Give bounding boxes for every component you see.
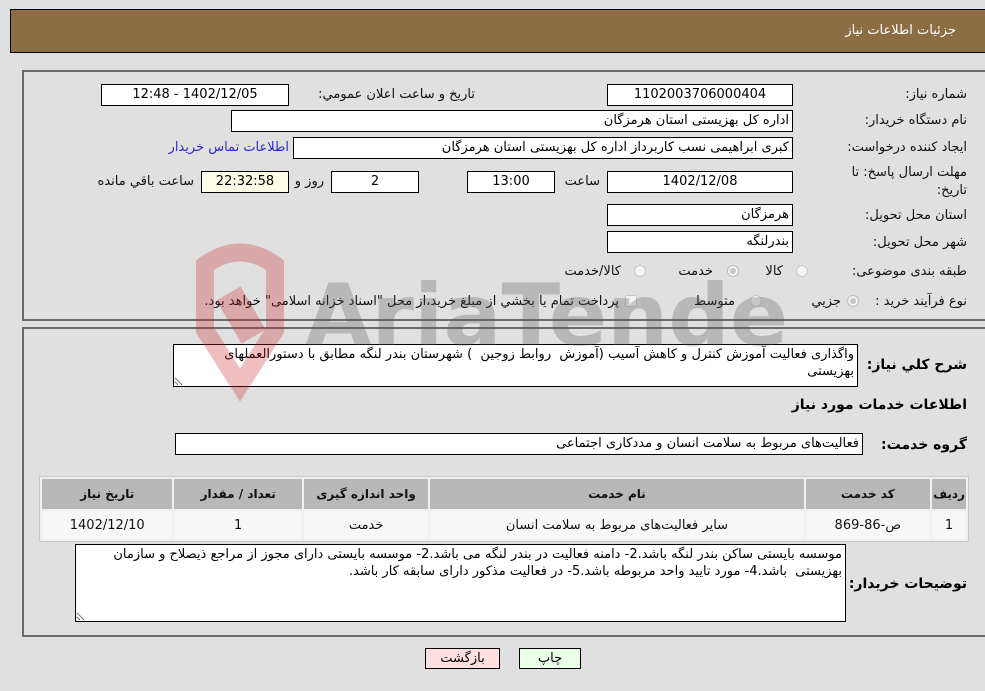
deadline-label-line2: تاريخ: <box>936 183 967 198</box>
buyer-org-field: اداره کل بهزیستی استان هرمزگان <box>231 110 793 132</box>
services-table: رديف کد خدمت نام خدمت واحد اندازه گيری ت… <box>39 476 969 542</box>
province-field: هرمزگان <box>607 204 793 226</box>
back-button[interactable]: بازگشت <box>425 648 500 669</box>
print-button[interactable]: چاپ <box>519 648 581 669</box>
days-remaining-field: 2 <box>331 171 419 193</box>
category-radio-goods[interactable] <box>796 265 808 277</box>
category-option-service-label: خدمت <box>678 264 713 279</box>
col-need-date: تاريخ نياز <box>42 479 173 509</box>
col-row-number: رديف <box>932 479 966 509</box>
col-service-name: نام خدمت <box>430 479 804 509</box>
category-radio-goods-service[interactable] <box>634 265 646 277</box>
treasury-checkbox-label: پرداخت تمام يا بخشي از مبلغ خريد،از محل … <box>204 294 619 309</box>
purchase-type-label: نوع فرآيند خريد : <box>875 294 967 309</box>
table-row: 1 ص-86-869 سایر فعالیت‌های مربوط به سلام… <box>42 511 966 539</box>
page-title: جزئیات اطلاعات نیاز <box>845 23 956 38</box>
category-radio-service[interactable] <box>727 265 739 277</box>
services-section-title: اطلاعات خدمات مورد نياز <box>791 397 967 413</box>
category-label: طبقه بندی موضوعی: <box>851 264 967 279</box>
deadline-label-line1: مهلت ارسال پاسخ: تا <box>851 165 967 180</box>
cell-need-date: 1402/12/10 <box>42 511 173 539</box>
cell-row-number: 1 <box>932 511 966 539</box>
category-option-goods-service-label: کالا/خدمت <box>564 264 621 279</box>
buyer-org-label: نام دستگاه خريدار: <box>864 113 967 128</box>
days-label: روز و <box>294 174 324 189</box>
purchase-option-medium-label: متوسط <box>694 294 735 309</box>
buyer-notes-label: توضيحات خريدار: <box>848 576 967 592</box>
need-number-label: شماره نیاز: <box>905 87 967 102</box>
deadline-time-label: ساعت <box>564 174 600 189</box>
category-option-goods-label: کالا <box>765 264 783 279</box>
buyer-notes-textarea[interactable]: موسسه بایستی ساکن بندر لنگه باشد.2- دامن… <box>75 544 846 622</box>
col-service-code: کد خدمت <box>805 479 931 509</box>
service-group-field: فعالیت‌های مربوط به سلامت انسان و مددکار… <box>175 433 863 455</box>
col-unit: واحد اندازه گيری <box>303 479 429 509</box>
announce-datetime-label: تاريخ و ساعت اعلان عمومي: <box>318 87 475 102</box>
time-remaining-label: ساعت باقي مانده <box>97 174 194 189</box>
purchase-radio-minor[interactable] <box>847 295 859 307</box>
service-group-label: گروه خدمت: <box>881 437 967 453</box>
city-label: شهر محل تحويل: <box>872 235 967 250</box>
purchase-option-minor-label: جزيي <box>811 294 841 309</box>
deadline-date-field: 1402/12/08 <box>607 171 793 193</box>
purchase-radio-medium[interactable] <box>750 295 762 307</box>
page-header: جزئیات اطلاعات نیاز <box>10 9 985 53</box>
description-label: شرح كلي نياز: <box>866 357 967 373</box>
description-textarea[interactable]: واگذاری فعالیت آموزش کنترل و کاهش آسیب (… <box>173 344 858 387</box>
cell-unit: خدمت <box>303 511 429 539</box>
buyer-contact-link[interactable]: اطلاعات تماس خريدار <box>169 140 289 155</box>
time-remaining-field: 22:32:58 <box>201 171 289 193</box>
cell-service-code: ص-86-869 <box>805 511 931 539</box>
deadline-time-field: 13:00 <box>467 171 555 193</box>
requester-label: ايجاد کننده درخواست: <box>847 140 967 155</box>
need-info-panel <box>22 70 985 321</box>
cell-service-name: سایر فعالیت‌های مربوط به سلامت انسان <box>430 511 804 539</box>
announce-datetime-field: 1402/12/05 - 12:48 <box>101 84 289 106</box>
cell-quantity: 1 <box>174 511 302 539</box>
need-number-field: 1102003706000404 <box>607 84 793 106</box>
province-label: استان محل تحويل: <box>865 208 967 223</box>
requester-field: کبری ابراهیمی نسب کاربرداز اداره کل بهزی… <box>293 137 793 159</box>
table-header-row: رديف کد خدمت نام خدمت واحد اندازه گيری ت… <box>42 479 966 509</box>
treasury-checkbox[interactable] <box>625 295 637 307</box>
col-quantity: تعداد / مقدار <box>174 479 302 509</box>
city-field: بندرلنگه <box>607 231 793 253</box>
